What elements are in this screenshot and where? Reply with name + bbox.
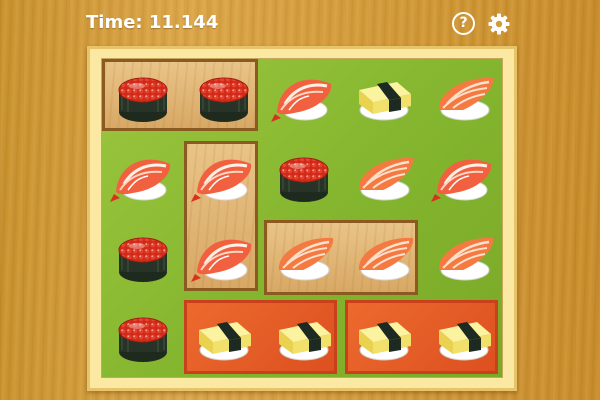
salmon-nigiri-icon (358, 237, 414, 281)
shrimp-nigiri[interactable] (108, 144, 178, 206)
salmon-roe-gunkan[interactable] (108, 304, 178, 366)
question-circle-icon: ? (452, 12, 475, 35)
salmon-nigiri-icon (438, 77, 494, 121)
salmon-roe-gunkan-icon (118, 317, 168, 362)
salmon-roe-gunkan-icon (118, 77, 168, 122)
timer-display: Time: 11.144 (86, 12, 219, 33)
salmon-nigiri[interactable] (269, 224, 339, 286)
salmon-nigiri-icon (278, 237, 334, 281)
puzzle-board (101, 58, 503, 378)
salmon-nigiri[interactable] (349, 144, 419, 206)
salmon-roe-gunkan[interactable] (269, 144, 339, 206)
tamago-nigiri[interactable] (189, 304, 259, 366)
tamago-nigiri[interactable] (349, 304, 419, 366)
tamago-nigiri[interactable] (269, 304, 339, 366)
salmon-roe-gunkan[interactable] (108, 224, 178, 286)
shrimp-nigiri-icon (271, 79, 332, 122)
tamago-nigiri-icon (199, 322, 251, 361)
shrimp-nigiri-icon (191, 159, 252, 202)
tamago-nigiri-icon (439, 322, 491, 361)
salmon-roe-gunkan[interactable] (108, 64, 178, 126)
settings-button[interactable] (487, 12, 511, 36)
tamago-nigiri[interactable] (429, 304, 499, 366)
salmon-nigiri[interactable] (349, 224, 419, 286)
salmon-nigiri-icon (358, 157, 414, 201)
salmon-roe-gunkan-icon (118, 237, 168, 282)
shrimp-nigiri[interactable] (429, 144, 499, 206)
salmon-nigiri[interactable] (429, 224, 499, 286)
tamago-nigiri-icon (279, 322, 331, 361)
tamago-nigiri[interactable] (349, 64, 419, 126)
shrimp-nigiri-icon (431, 159, 492, 202)
salmon-roe-gunkan[interactable] (189, 64, 259, 126)
tamago-nigiri-icon (359, 82, 411, 121)
shrimp-nigiri[interactable] (189, 144, 259, 206)
salmon-nigiri-icon (438, 237, 494, 281)
shrimp-nigiri-icon (191, 239, 252, 282)
salmon-roe-gunkan-icon (279, 157, 329, 202)
help-button[interactable]: ? (452, 12, 476, 36)
shrimp-nigiri[interactable] (269, 64, 339, 126)
salmon-nigiri[interactable] (429, 64, 499, 126)
tamago-nigiri-icon (359, 322, 411, 361)
shrimp-nigiri-icon (110, 159, 171, 202)
salmon-roe-gunkan-icon (199, 77, 249, 122)
shrimp-nigiri[interactable] (189, 224, 259, 286)
gear-icon (488, 13, 510, 35)
